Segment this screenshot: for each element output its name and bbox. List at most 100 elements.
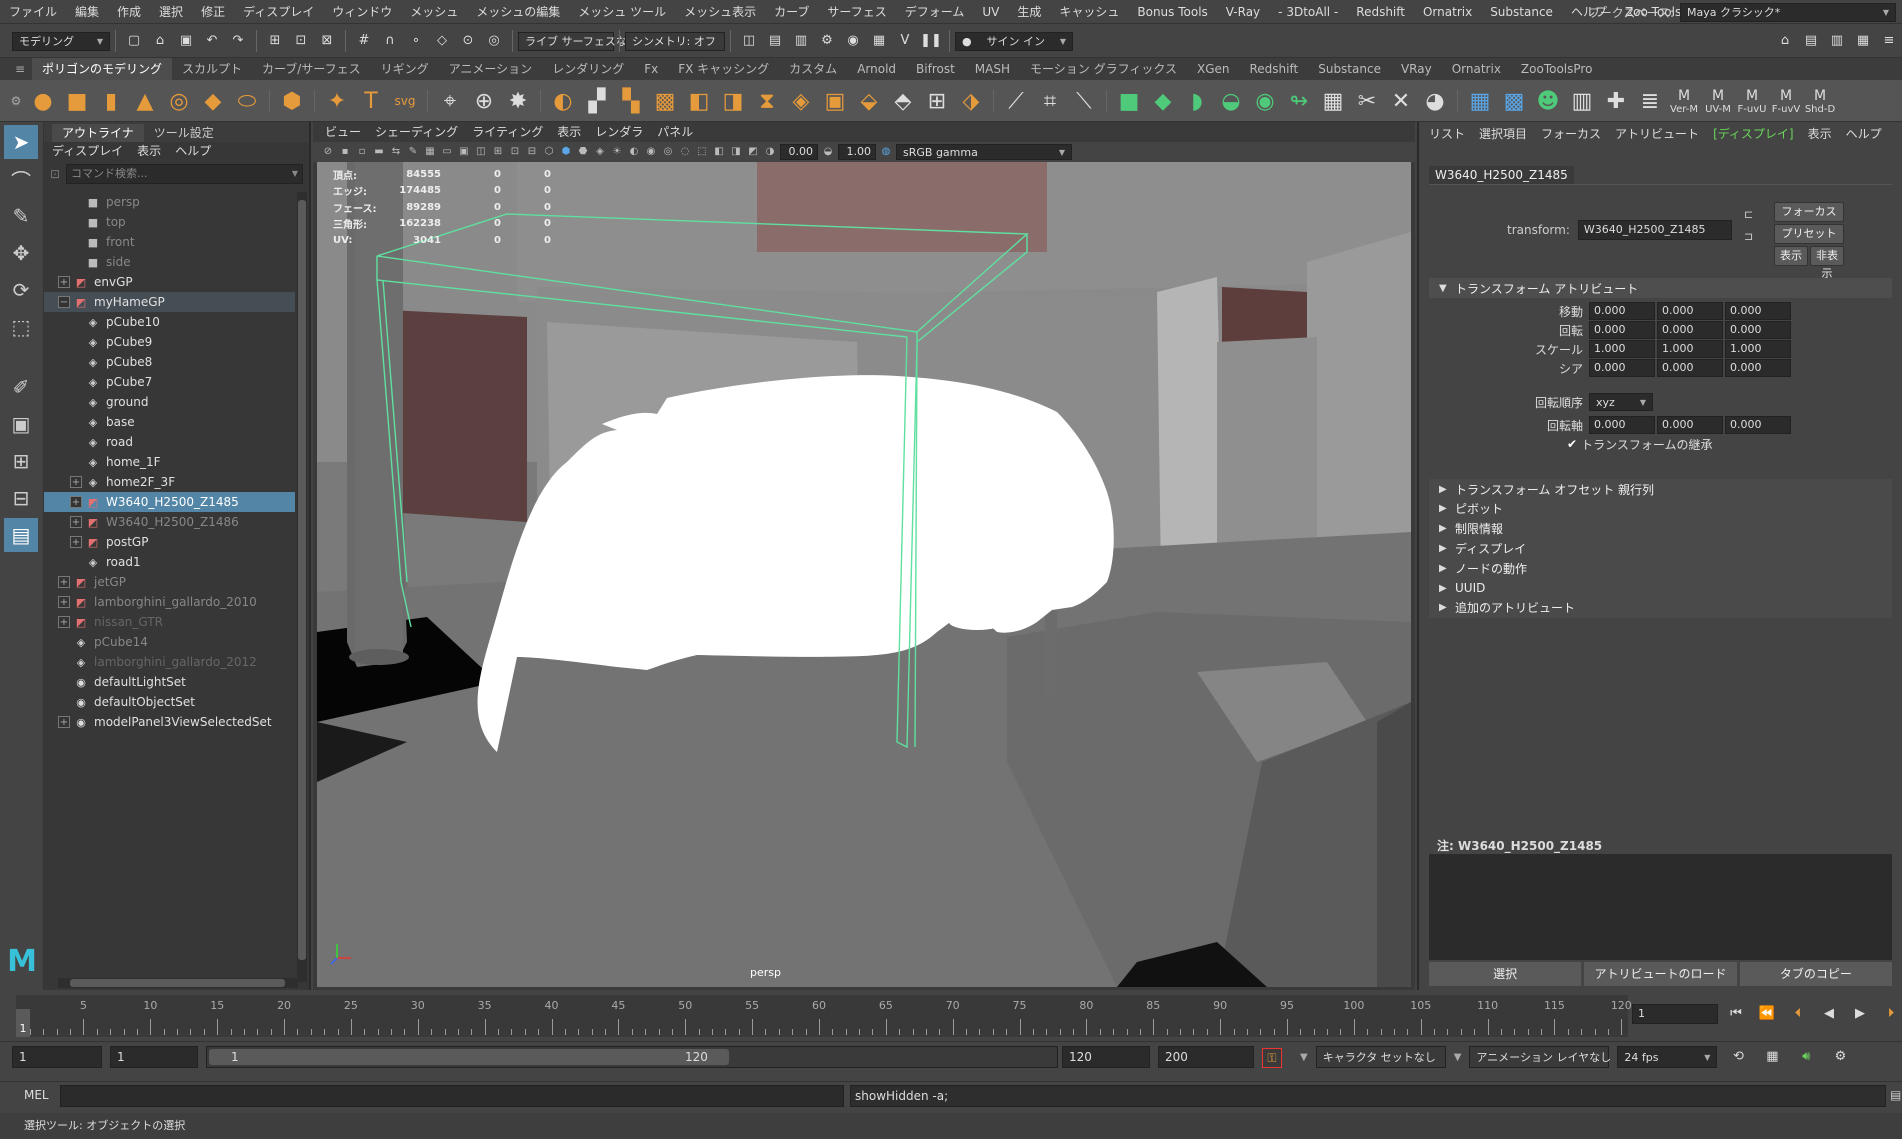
tab-tool-settings[interactable]: ツール設定 — [144, 124, 224, 142]
ae-menu-selected[interactable]: 選択項目 — [1479, 122, 1527, 146]
expand-icon[interactable]: + — [58, 616, 70, 628]
sew-uv-icon[interactable]: ✕ — [1385, 84, 1417, 118]
render-region-icon[interactable]: ◫ — [738, 30, 760, 52]
display-layout-icon[interactable]: ▦ — [1464, 84, 1496, 118]
outliner-item[interactable]: ◈ pCube14 — [44, 632, 295, 652]
select-hierarchy-icon[interactable]: ⊞ — [264, 30, 286, 52]
inherit-transform-checkbox[interactable]: ✔ — [1567, 437, 1577, 451]
render-frame-icon[interactable]: ▤ — [764, 30, 786, 52]
scale-tool-icon[interactable]: ⬚ — [4, 310, 38, 344]
attribute-field[interactable]: 0.000 — [1589, 302, 1655, 320]
viewport-menu-view[interactable]: ビュー — [325, 122, 361, 142]
2d-pan-icon[interactable]: ⇆ — [389, 145, 403, 159]
edge-loop-icon[interactable]: ⌗ — [1034, 84, 1066, 118]
transform-name-field[interactable]: W3640_H2500_Z1485 — [1577, 220, 1732, 240]
bookmark-icon[interactable]: ▫ — [355, 145, 369, 159]
isolate-select-icon[interactable]: ⬚ — [695, 145, 709, 159]
poly-disc-icon[interactable]: ⬭ — [231, 84, 263, 118]
poly-torus-icon[interactable]: ◎ — [163, 84, 195, 118]
super-shape-icon[interactable]: ✦ — [321, 84, 353, 118]
shelf-tab[interactable]: XGen — [1187, 58, 1240, 80]
attribute-field[interactable]: 0.000 — [1725, 359, 1791, 377]
ae-menu-focus[interactable]: フォーカス — [1541, 122, 1601, 146]
poly-cone-icon[interactable]: ▲ — [129, 84, 161, 118]
render-view-icon[interactable]: ▦ — [868, 30, 890, 52]
uv-auto-icon[interactable]: ◉ — [1249, 84, 1281, 118]
multi-cut-icon[interactable]: ⟋ — [1000, 84, 1032, 118]
uv-cylindrical-icon[interactable]: ◗ — [1181, 84, 1213, 118]
outliner-item[interactable]: − ◩ myHameGP — [44, 292, 295, 312]
menu-item[interactable]: UV — [973, 0, 1008, 24]
combine-icon[interactable]: ◐ — [547, 84, 579, 118]
gamma-field[interactable]: 1.00 — [838, 144, 876, 160]
rotate-tool-icon[interactable]: ⟳ — [4, 273, 38, 307]
safe-action-icon[interactable]: ⊡ — [508, 145, 522, 159]
menu-item[interactable]: 編集 — [66, 0, 108, 24]
viewport-menu-panels[interactable]: パネル — [657, 122, 693, 142]
menu-item[interactable]: - 3DtoAll - — [1269, 0, 1347, 24]
exposure-field[interactable]: 0.00 — [780, 144, 818, 160]
shd-d-icon[interactable]: M Shd-D — [1804, 84, 1836, 118]
shelf-menu-icon[interactable]: ≡ — [8, 62, 32, 76]
attribute-field[interactable]: 1.000 — [1589, 340, 1655, 358]
menu-item[interactable]: メッシュ ツール — [569, 0, 675, 24]
anti-alias-icon[interactable]: ◌ — [678, 145, 692, 159]
copy-tab-button[interactable]: タブのコピー — [1739, 962, 1892, 986]
cache-icon[interactable]: ▦ — [1761, 1046, 1783, 1068]
snap-curve-icon[interactable]: ∩ — [379, 30, 401, 52]
expand-icon[interactable]: + — [70, 496, 82, 508]
outliner-vertical-scrollbar[interactable] — [297, 192, 307, 982]
xray-components-icon[interactable]: ◩ — [746, 145, 760, 159]
boolean-icon[interactable]: ▩ — [649, 84, 681, 118]
outliner-layout-icon[interactable]: ▤ — [4, 518, 38, 552]
column-icon[interactable]: ▥ — [1566, 84, 1598, 118]
outliner-item[interactable]: + ◉ modelPanel3ViewSelectedSet — [44, 712, 295, 732]
grease-pencil-icon[interactable]: ✎ — [406, 145, 420, 159]
shelf-tab[interactable]: アニメーション — [439, 58, 543, 80]
outliner-item[interactable]: ◈ pCube10 — [44, 312, 295, 332]
attribute-field[interactable]: 1.000 — [1725, 340, 1791, 358]
shadows-icon[interactable]: ◐ — [627, 145, 641, 159]
fps-dropdown[interactable]: 24 fps ▼ — [1617, 1046, 1718, 1068]
animation-end-field[interactable]: 200 — [1158, 1046, 1254, 1068]
outliner-menu-show[interactable]: 表示 — [137, 142, 161, 160]
focus-button[interactable]: フォーカス — [1774, 202, 1844, 222]
menu-item[interactable]: Redshift — [1347, 0, 1414, 24]
checker-icon[interactable]: ▦ — [1317, 84, 1349, 118]
shelf-tab[interactable]: Fx — [634, 58, 668, 80]
viewport-menu-shading[interactable]: シェーディング — [375, 122, 458, 142]
svg-tool-icon[interactable]: svg — [389, 84, 421, 118]
uv-m-icon[interactable]: M UV-M — [1702, 84, 1734, 118]
bake-pivot-icon[interactable]: ✸ — [502, 84, 534, 118]
view-transform-dropdown[interactable]: sRGB gamma ▼ — [896, 144, 1072, 160]
open-scene-icon[interactable]: ⌂ — [149, 30, 171, 52]
ae-menu-help[interactable]: ヘルプ — [1846, 122, 1882, 146]
step-back-key-icon[interactable]: ⏴ — [1787, 1003, 1809, 1025]
menu-item[interactable]: デフォーム — [896, 0, 974, 24]
outliner-horizontal-scrollbar[interactable] — [58, 978, 298, 988]
play-forwards-icon[interactable]: ▶ — [1849, 1003, 1871, 1025]
shelf-tab[interactable]: MASH — [965, 58, 1020, 80]
outliner-menu-display[interactable]: ディスプレイ — [52, 142, 123, 160]
poly-cube-icon[interactable]: ■ — [61, 84, 93, 118]
menu-item[interactable]: サーフェス — [818, 0, 895, 24]
outliner-item[interactable]: + ◩ postGP — [44, 532, 295, 552]
gamma-icon[interactable]: ◒ — [821, 145, 835, 159]
menu-item[interactable]: メッシュ — [401, 0, 467, 24]
attribute-field[interactable]: 0.000 — [1657, 321, 1723, 339]
attribute-field[interactable]: 0.000 — [1589, 359, 1655, 377]
texture-layout-icon[interactable]: ▩ — [1498, 84, 1530, 118]
outliner-item[interactable]: ◈ lamborghini_gallardo_2012 — [44, 652, 295, 672]
camera-attr-icon[interactable]: ▪ — [338, 145, 352, 159]
anim-layer-dropdown[interactable]: アニメーション レイヤなし — [1469, 1046, 1611, 1068]
rotate-axis-z-field[interactable]: 0.000 — [1725, 416, 1791, 434]
select-component-icon[interactable]: ⊠ — [316, 30, 338, 52]
sound-icon[interactable]: 🔊︎ — [1795, 1046, 1817, 1068]
save-scene-icon[interactable]: ▣ — [175, 30, 197, 52]
input-connection-icon[interactable]: ⊏ — [1744, 208, 1758, 222]
outliner-item[interactable]: ■ persp — [44, 192, 295, 212]
outliner-item[interactable]: + ◩ W3640_H2500_Z1485 — [44, 492, 295, 512]
xray-joints-icon[interactable]: ◨ — [729, 145, 743, 159]
quad-draw-icon[interactable]: ⟍ — [1068, 84, 1100, 118]
film-gate-icon[interactable]: ▭ — [440, 145, 454, 159]
